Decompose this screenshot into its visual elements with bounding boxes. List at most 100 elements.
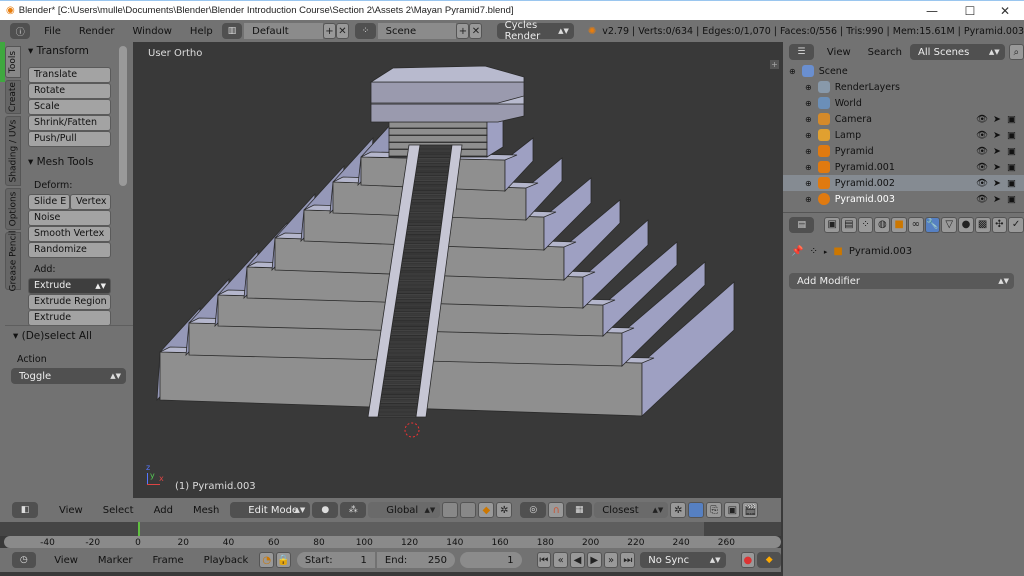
transform-panel-header[interactable]: ▾ Transform (28, 45, 89, 57)
smooth-vertex-button[interactable]: Smooth Vertex (28, 226, 111, 242)
selectable-arrow-icon[interactable]: ➤ (993, 162, 1001, 173)
visibility-eye-icon[interactable]: 👁 (976, 194, 988, 205)
selectable-arrow-icon[interactable]: ➤ (993, 130, 1001, 141)
push-pull-button[interactable]: Push/Pull (28, 131, 111, 147)
search-icon[interactable]: ⌕ (1008, 44, 1024, 60)
scale-button[interactable]: Scale (28, 99, 111, 115)
visibility-eye-icon[interactable]: 👁 (976, 146, 988, 157)
visibility-eye-icon[interactable]: 👁 (976, 178, 988, 189)
jump-end-icon[interactable]: ⏭ (620, 552, 636, 568)
extrude-dropdown[interactable]: Extrude ▲▼ (28, 278, 111, 294)
shading-dropdown[interactable]: ● (312, 502, 339, 518)
mesh-tools-panel-header[interactable]: ▾ Mesh Tools (28, 156, 93, 168)
tab-options[interactable]: Options (5, 188, 21, 230)
snap-project-icon[interactable] (688, 502, 705, 518)
expand-icon[interactable]: ⊕ (805, 195, 812, 204)
menu-mesh[interactable]: Mesh (184, 505, 228, 516)
layout-selector[interactable]: Default (244, 23, 323, 39)
orientation-dropdown[interactable]: Global ▲▼ (368, 502, 441, 518)
extrude-region-button[interactable]: Extrude Region (28, 294, 111, 310)
tool-shelf-scrollbar[interactable] (119, 46, 127, 186)
pyramid-mesh[interactable] (133, 42, 781, 498)
expand-icon[interactable]: ⊕ (805, 131, 812, 140)
face-select-icon[interactable]: ◆ (478, 502, 495, 518)
expand-icon[interactable]: ⊕ (789, 67, 796, 76)
menu-select[interactable]: Select (94, 505, 143, 516)
scene-selector[interactable]: Scene (377, 23, 457, 39)
info-editor-icon[interactable]: ⓘ (10, 23, 31, 39)
render-tab-icon[interactable]: ▣ (824, 216, 841, 233)
constraints-tab-icon[interactable]: ∞ (907, 216, 924, 233)
world-tab-icon[interactable]: ◍ (874, 216, 891, 233)
scene-tab-icon[interactable]: ⁘ (857, 216, 874, 233)
deselect-all-panel-header[interactable]: ▾ (De)select All (13, 330, 92, 342)
selectable-arrow-icon[interactable]: ➤ (993, 146, 1001, 157)
copy-icon[interactable]: ⎘ (706, 502, 723, 518)
renderable-camera-icon[interactable]: ▣ (1007, 146, 1016, 157)
modifiers-icon[interactable]: 🔧 (924, 216, 941, 233)
timeline-scrollbar[interactable] (4, 536, 781, 548)
renderable-camera-icon[interactable]: ▣ (1007, 194, 1016, 205)
shrink-fatten-button[interactable]: Shrink/Fatten (28, 115, 111, 131)
tab-tools[interactable]: Tools (5, 46, 21, 78)
outliner-item[interactable]: ⊕ Pyramid 👁 ➤ ▣ (783, 143, 1024, 159)
visibility-eye-icon[interactable]: 👁 (976, 130, 988, 141)
properties-toggle-icon[interactable]: + (770, 60, 779, 69)
menu-add[interactable]: Add (145, 505, 182, 516)
play-icon[interactable]: ▶ (586, 552, 602, 568)
editor-type-icon[interactable]: ◧ (12, 502, 38, 518)
slide-edge-button[interactable]: Slide E (28, 194, 70, 210)
start-frame-field[interactable]: Start: 1 (296, 552, 375, 568)
lock-icon[interactable]: 🔒 (276, 552, 291, 568)
tab-shading-uvs[interactable]: Shading / UVs (5, 116, 21, 186)
outliner-item[interactable]: ⊕ Pyramid.003 👁 ➤ ▣ (783, 191, 1024, 207)
add-layout-button[interactable]: + (322, 23, 336, 39)
record-icon[interactable]: ● (740, 552, 756, 568)
tab-create[interactable]: Create (5, 80, 21, 114)
display-mode-dropdown[interactable]: All Scenes ▲▼ (910, 44, 1005, 60)
noise-button[interactable]: Noise (28, 210, 111, 226)
next-keyframe-icon[interactable]: » (603, 552, 619, 568)
opengl-render-icon[interactable]: ▣ (724, 502, 741, 518)
translate-button[interactable]: Translate (28, 67, 111, 83)
preview-range-icon[interactable]: ◔ (259, 552, 275, 568)
sync-dropdown[interactable]: No Sync ▲▼ (640, 552, 726, 568)
slide-vertex-button[interactable]: Vertex (70, 194, 111, 210)
outliner-item[interactable]: ⊕ World (783, 95, 1024, 111)
minimize-button[interactable]: — (922, 4, 942, 18)
pin-icon[interactable]: 📌 (791, 246, 803, 257)
visibility-eye-icon[interactable]: 👁 (976, 114, 988, 125)
vertex-select-icon[interactable] (442, 502, 459, 518)
add-modifier-dropdown[interactable]: Add Modifier ▲▼ (789, 273, 1014, 289)
timeline-editor-icon[interactable]: ◷ (12, 552, 36, 568)
snap-toggle-icon[interactable]: ∩ (548, 502, 565, 518)
layout-icon[interactable]: ▥ (221, 23, 243, 39)
3d-viewport[interactable] (133, 42, 781, 498)
edge-select-icon[interactable] (460, 502, 477, 518)
jump-start-icon[interactable]: ⏮ (536, 552, 552, 568)
randomize-button[interactable]: Randomize (28, 242, 111, 258)
outliner-item[interactable]: ⊕ Scene (783, 63, 1024, 79)
snap-element-dropdown[interactable]: ▦ (566, 502, 593, 518)
expand-icon[interactable]: ⊕ (805, 99, 812, 108)
proportional-edit-dropdown[interactable]: ◎ (520, 502, 547, 518)
expand-icon[interactable]: ⊕ (805, 179, 812, 188)
snap-rotation-icon[interactable]: ✲ (670, 502, 687, 518)
expand-icon[interactable]: ⊕ (805, 147, 812, 156)
menu-view[interactable]: View (50, 505, 92, 516)
current-frame-field[interactable]: 1 (459, 552, 522, 568)
timeline-menu-frame[interactable]: Frame (144, 555, 193, 566)
outliner-item[interactable]: ⊕ Pyramid.001 👁 ➤ ▣ (783, 159, 1024, 175)
outliner-menu-search[interactable]: Search (864, 47, 906, 58)
outliner-item[interactable]: ⊕ Camera 👁 ➤ ▣ (783, 111, 1024, 127)
render-engine-dropdown[interactable]: Cycles Render ▲▼ (496, 20, 574, 42)
current-frame-line[interactable] (138, 522, 140, 536)
selectable-arrow-icon[interactable]: ➤ (993, 178, 1001, 189)
render-animation-icon[interactable]: 🎬 (742, 502, 759, 518)
selectable-arrow-icon[interactable]: ➤ (993, 114, 1001, 125)
keying-set-icon[interactable]: ◆ (757, 552, 782, 568)
render-layers-tab-icon[interactable]: ▤ (841, 216, 857, 233)
expand-icon[interactable]: ⊕ (805, 163, 812, 172)
scene-icon[interactable]: ⁘ (355, 23, 376, 39)
material-tab-icon[interactable]: ● (958, 216, 974, 233)
